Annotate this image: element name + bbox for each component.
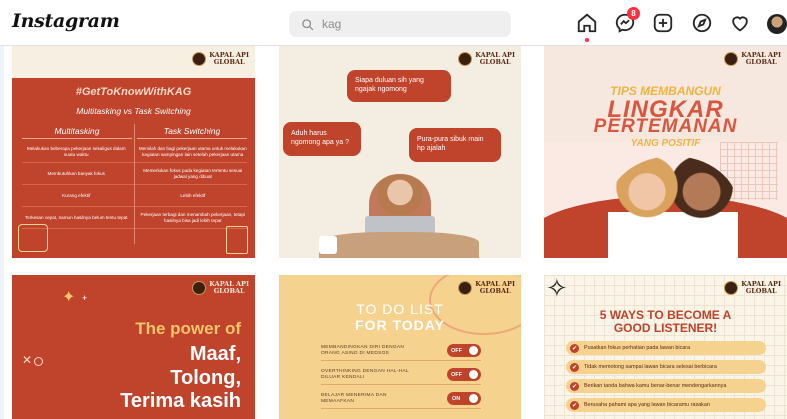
brand-logo: KAPAL API GLOBAL — [724, 281, 781, 295]
post-tile-1[interactable]: KAPAL API GLOBAL #GetToKnowWithKAG Multit… — [12, 46, 255, 258]
sparkle-icon: ✦ — [62, 289, 76, 306]
todo-item-text: BELAJAR MENERIMA DAN MEMAAFKAN — [321, 392, 387, 404]
brand-logo: KAPAL API GLOBAL — [458, 281, 515, 295]
tip-text: Berusaha pahami apa yang lawan bicaramu … — [584, 402, 710, 408]
listener-tip-item: ✔ Berikan tanda bahwa kamu benar-benar me… — [566, 379, 766, 393]
todo-item: OVERTHINKING DENGAN HAL-HAL DILUAR KENDA… — [321, 365, 481, 385]
post5-title2: FOR TODAY — [355, 317, 445, 333]
row-multitasking-text: Terkesan cepat, namun hasilnya belum ten… — [24, 214, 128, 220]
row-task-switching-text: Lebih efektif — [180, 192, 206, 198]
speech-bubble-3: Pura-pura sibuk main hp ajalah — [409, 128, 501, 162]
friends-photo — [608, 156, 738, 258]
new-post-button[interactable] — [652, 12, 674, 36]
post1-hashtag: #GetToKnowWithKAG — [75, 86, 192, 98]
people-illustration-icon — [18, 224, 48, 252]
row-multitasking-text: Melakukan beberapa pekerjaan sekaligus d… — [26, 145, 126, 157]
x-mark-icon: ✕ — [22, 353, 33, 367]
messages-badge: 8 — [627, 7, 640, 20]
check-circle-icon: ✔ — [570, 362, 579, 372]
row-task-switching-text: Memilah dan bagi pekerjaan utama untuk m… — [138, 145, 247, 157]
activity-button[interactable] — [729, 12, 751, 36]
toggle-knob — [469, 346, 478, 355]
star-outline-icon: ✧ — [546, 275, 568, 303]
check-circle-icon: ✔ — [570, 400, 579, 410]
toggle-knob — [469, 394, 478, 403]
post1-col-left: Multitasking — [22, 126, 132, 139]
tip-text: Tidak memotong sampai lawan bicara seles… — [584, 364, 717, 370]
todo-toggle[interactable]: OFF — [447, 344, 481, 357]
post-tile-4[interactable]: KAPAL API GLOBAL ✦ + The power of Maaf, T… — [12, 275, 255, 419]
home-icon — [577, 13, 597, 33]
post-tile-2[interactable]: KAPAL API GLOBAL Siapa duluan sih yang ng… — [279, 46, 521, 258]
post-tile-3[interactable]: KAPAL API GLOBAL TIPS MEMBANGUN LINGKAR P… — [544, 46, 787, 258]
brand-logo: KAPAL API GLOBAL — [192, 281, 249, 295]
tip-text: Pusatkan fokus perhatian pada lawan bica… — [584, 345, 691, 351]
top-bar: Instagram kag 8 — [0, 0, 787, 46]
post-tile-5[interactable]: KAPAL API GLOBAL TO DO LIST FOR TODAY MEM… — [279, 275, 521, 419]
post3-line3: PERTEMANAN — [593, 116, 738, 137]
check-circle-icon: ✔ — [570, 381, 579, 391]
toggle-knob — [469, 370, 478, 379]
row-multitasking-text: Membutuhkan banyak fokus — [47, 170, 105, 176]
tip-text: Berikan tanda bahwa kamu benar-benar men… — [584, 383, 727, 389]
post4-line3: Tolong, — [170, 367, 241, 389]
activity-heart-icon — [732, 16, 748, 32]
post1-subtitle: Multitasking vs Task Switching — [76, 106, 191, 116]
toggle-state-label: ON — [452, 395, 461, 402]
post-tile-6[interactable]: ✧ KAPAL API GLOBAL 5 WAYS TO BECOME A GOO… — [544, 275, 787, 419]
row-task-switching-text: Pekerjaan terbagi dan menambah pekerjaan… — [140, 211, 245, 223]
home-button[interactable] — [576, 12, 598, 42]
brand-logo: KAPAL API GLOBAL — [724, 52, 781, 66]
speech-bubble-2: Aduh harus ngomong apa ya ? — [283, 122, 361, 156]
post6-title2: GOOD LISTENER! — [613, 321, 718, 335]
todo-item-text: OVERTHINKING DENGAN HAL-HAL DILUAR KENDA… — [321, 368, 409, 380]
post5-title1: TO DO LIST — [356, 301, 444, 317]
sparkle-small-icon: + — [82, 293, 88, 303]
profile-button[interactable] — [767, 14, 787, 38]
todo-item: MEMBANDINGKAN DIRI DENGAN ORANG ASING DI… — [321, 341, 481, 361]
listener-tip-item: ✔ Berusaha pahami apa yang lawan bicaramu… — [566, 398, 766, 412]
blanket-shape — [319, 232, 479, 258]
post3-line4: YANG POSITIF — [630, 138, 701, 149]
messages-button[interactable]: 8 — [614, 7, 640, 36]
circle-mark-icon — [34, 357, 43, 366]
post6-title1: 5 WAYS TO BECOME A — [599, 308, 732, 322]
search-input[interactable]: kag — [289, 11, 511, 37]
active-indicator — [585, 38, 589, 42]
brand-logo: KAPAL API GLOBAL — [192, 52, 249, 66]
brand-logo: KAPAL API GLOBAL — [458, 52, 515, 66]
todo-toggle[interactable]: ON — [447, 392, 481, 405]
listener-tip-item: ✔ Pusatkan fokus perhatian pada lawan bic… — [566, 341, 766, 355]
toggle-state-label: OFF — [451, 371, 462, 378]
todo-item: BELAJAR MENERIMA DAN MEMAAFKAN ON — [321, 389, 481, 409]
toggle-state-label: OFF — [451, 347, 462, 354]
todo-toggle[interactable]: OFF — [447, 368, 481, 381]
post4-line1: The power of — [135, 319, 241, 338]
search-icon — [302, 18, 314, 30]
row-task-switching-text: Memerlukan fokus pada kegiatan tertentu … — [143, 167, 243, 179]
row-multitasking-text: Kurang efektif — [62, 192, 91, 198]
post4-line4: Terima kasih — [120, 390, 241, 412]
explore-icon — [692, 13, 712, 33]
explore-button[interactable] — [691, 12, 713, 36]
speech-bubble-1: Siapa duluan sih yang ngajak ngomong — [347, 70, 451, 102]
post1-col-right: Task Switching — [137, 126, 247, 139]
post4-line2: Maaf, — [189, 343, 241, 365]
check-circle-icon: ✔ — [570, 343, 579, 353]
profile-avatar — [767, 14, 787, 34]
clipboard-illustration-icon — [226, 226, 248, 254]
search-value: kag — [322, 17, 342, 31]
mug-shape — [319, 236, 337, 254]
new-post-icon — [653, 13, 673, 33]
listener-tip-item: ✔ Tidak memotong sampai lawan bicara sele… — [566, 360, 766, 374]
instagram-logo[interactable]: Instagram — [12, 10, 120, 32]
todo-item-text: MEMBANDINGKAN DIRI DENGAN ORANG ASING DI… — [321, 344, 405, 356]
